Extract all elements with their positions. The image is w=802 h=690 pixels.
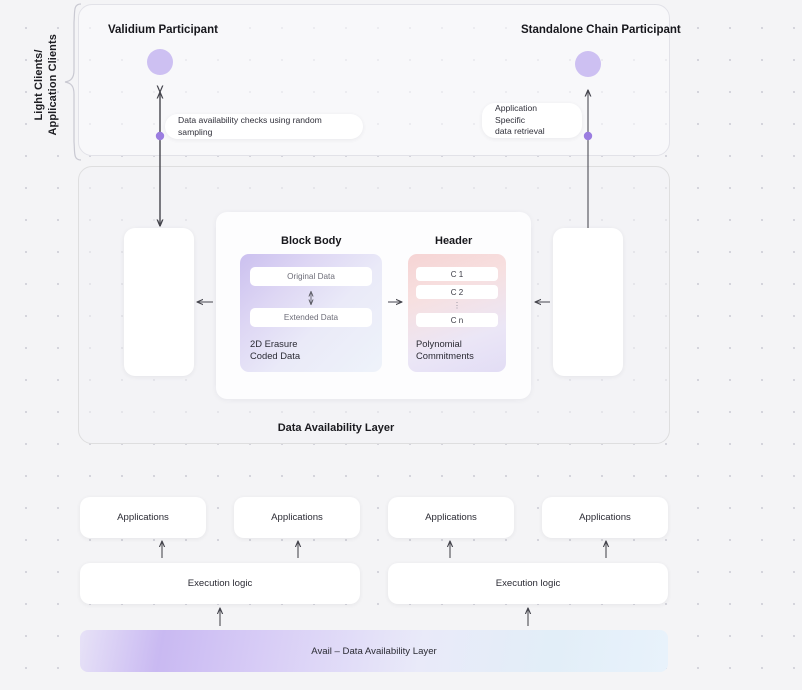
extended-data-pill: Extended Data [250,308,372,327]
left-node-box[interactable] [124,228,194,376]
execution-logic-box-1[interactable]: Execution logic [80,563,360,604]
data-availability-check-callout: Data availability checks using random sa… [165,114,363,139]
applications-box-2[interactable]: Applications [234,497,360,538]
execution-logic-box-2[interactable]: Execution logic [388,563,668,604]
header-heading: Header [435,235,473,247]
erasure-coded-caption: 2D Erasure Coded Data [250,338,301,361]
brace-label-text: Light Clients/ Application Clients [33,34,59,136]
standalone-participant-node[interactable] [575,51,601,77]
polynomial-commitments-caption: Polynomial Commitments [416,338,474,361]
data-availability-layer-label: Data Availability Layer [277,422,395,434]
light-clients-brace-label: Light Clients/ Application Clients [26,0,66,170]
commitment-pill-cn: C n [416,313,498,327]
application-specific-retrieval-callout: Application Specific data retrieval [482,103,582,138]
validium-participant-title: Validium Participant [108,24,218,36]
applications-box-3[interactable]: Applications [388,497,514,538]
applications-box-4[interactable]: Applications [542,497,668,538]
block-body-heading: Block Body [281,235,342,247]
commitment-pill-c2: C 2 [416,285,498,299]
avail-data-availability-layer-bar[interactable]: Avail – Data Availability Layer [80,630,668,672]
right-node-box[interactable] [553,228,623,376]
validium-participant-node[interactable] [147,49,173,75]
commitment-pill-c1: C 1 [416,267,498,281]
standalone-chain-participant-title: Standalone Chain Participant [521,24,681,36]
commitment-ellipsis: ⋮ [453,301,461,310]
applications-box-1[interactable]: Applications [80,497,206,538]
original-data-pill: Original Data [250,267,372,286]
